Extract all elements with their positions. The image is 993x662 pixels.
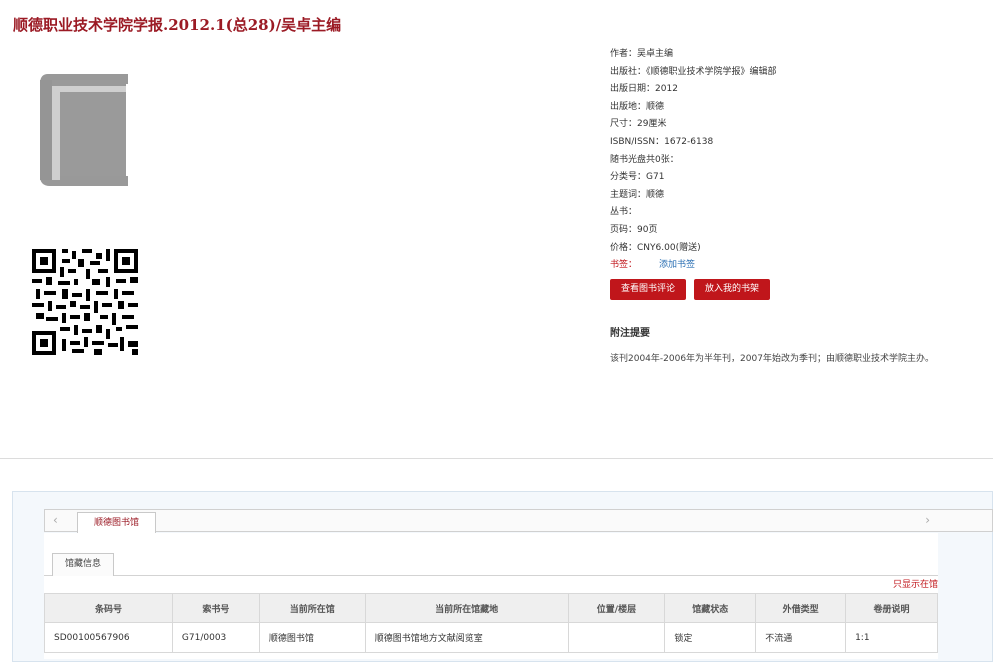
meta-series: 丛书： <box>610 207 638 218</box>
page: 顺德职业技术学院学报.2012.1(总28)/吴卓主编 作者：吴卓主编 出版社：… <box>0 0 993 662</box>
meta-publish-date: 出版日期：2012 <box>610 84 678 95</box>
meta-subject: 主题词：顺德 <box>610 189 665 200</box>
cell-call-number: G71/0003 <box>171 622 260 653</box>
holdings-table: 条码号 索书号 当前所在馆 当前所在馆藏地 位置/楼层 馆藏状态 外借类型 卷册… <box>44 593 938 653</box>
view-reviews-button[interactable]: 查看图书评论 <box>610 279 687 300</box>
page-title: 顺德职业技术学院学报.2012.1(总28)/吴卓主编 <box>13 16 342 34</box>
meta-publisher: 出版社：《顺德职业技术学院学报》编辑部 <box>610 66 777 77</box>
chevron-right-icon[interactable]: › <box>925 513 930 527</box>
table-row: SD00100567906 G71/0003 顺德图书馆 顺德图书馆地方文献阅览… <box>44 622 938 653</box>
col-floor: 位置/楼层 <box>567 593 666 623</box>
bibliographic-details: 作者：吴卓主编 出版社：《顺德职业技术学院学报》编辑部 出版日期：2012 出版… <box>610 46 985 275</box>
section-divider <box>0 458 993 459</box>
chevron-left-icon[interactable]: ‹ <box>53 513 58 527</box>
meta-cd: 随书光盘共0张： <box>610 154 679 165</box>
add-to-shelf-button[interactable]: 放入我的书架 <box>694 279 771 300</box>
cell-status: 锁定 <box>664 622 757 653</box>
table-header-row: 条码号 索书号 当前所在馆 当前所在馆藏地 位置/楼层 馆藏状态 外借类型 卷册… <box>44 593 938 623</box>
meta-price: 价格：CNY6.00(赠送) <box>610 242 701 253</box>
action-buttons: 查看图书评论 放入我的书架 <box>610 279 771 300</box>
notes-heading: 附注提要 <box>610 328 650 339</box>
tab-library[interactable]: 顺德图书馆 <box>77 512 156 533</box>
col-library: 当前所在馆 <box>258 593 366 623</box>
bookmark-label: 书签： <box>610 260 638 271</box>
meta-bookmark: 书签： 添加书签 <box>610 257 985 275</box>
meta-publish-place: 出版地：顺德 <box>610 101 665 112</box>
only-show-available-link[interactable]: 只显示在馆 <box>893 577 938 590</box>
col-call-number: 索书号 <box>171 593 260 623</box>
col-loan-type: 外借类型 <box>755 593 847 623</box>
meta-isbn: ISBN/ISSN：1672-6138 <box>610 136 714 147</box>
col-volume: 卷册说明 <box>845 593 938 623</box>
meta-author: 作者：吴卓主编 <box>610 49 674 59</box>
col-location: 当前所在馆藏地 <box>364 593 569 623</box>
col-status: 馆藏状态 <box>664 593 757 623</box>
qr-code <box>32 249 138 355</box>
meta-classification: 分类号：G71 <box>610 172 665 183</box>
meta-size: 尺寸：29厘米 <box>610 119 667 130</box>
tab-holdings-info[interactable]: 馆藏信息 <box>52 553 114 576</box>
cell-volume: 1:1 <box>845 622 938 653</box>
meta-pages: 页码：90页 <box>610 224 658 235</box>
book-icon <box>40 74 128 186</box>
col-barcode: 条码号 <box>44 593 173 623</box>
cell-loan-type: 不流通 <box>755 622 847 653</box>
cell-floor <box>567 622 666 653</box>
cell-location: 顺德图书馆地方文献阅览室 <box>364 622 569 653</box>
cell-library: 顺德图书馆 <box>258 622 366 653</box>
notes-text: 该刊2004年-2006年为半年刊，2007年始改为季刊；由顺德职业技术学院主办… <box>610 354 934 364</box>
library-tab-bar: ‹ › <box>44 509 993 532</box>
sub-tab-line <box>44 575 938 576</box>
add-bookmark-link[interactable]: 添加书签 <box>659 260 695 270</box>
cell-barcode: SD00100567906 <box>44 622 173 653</box>
